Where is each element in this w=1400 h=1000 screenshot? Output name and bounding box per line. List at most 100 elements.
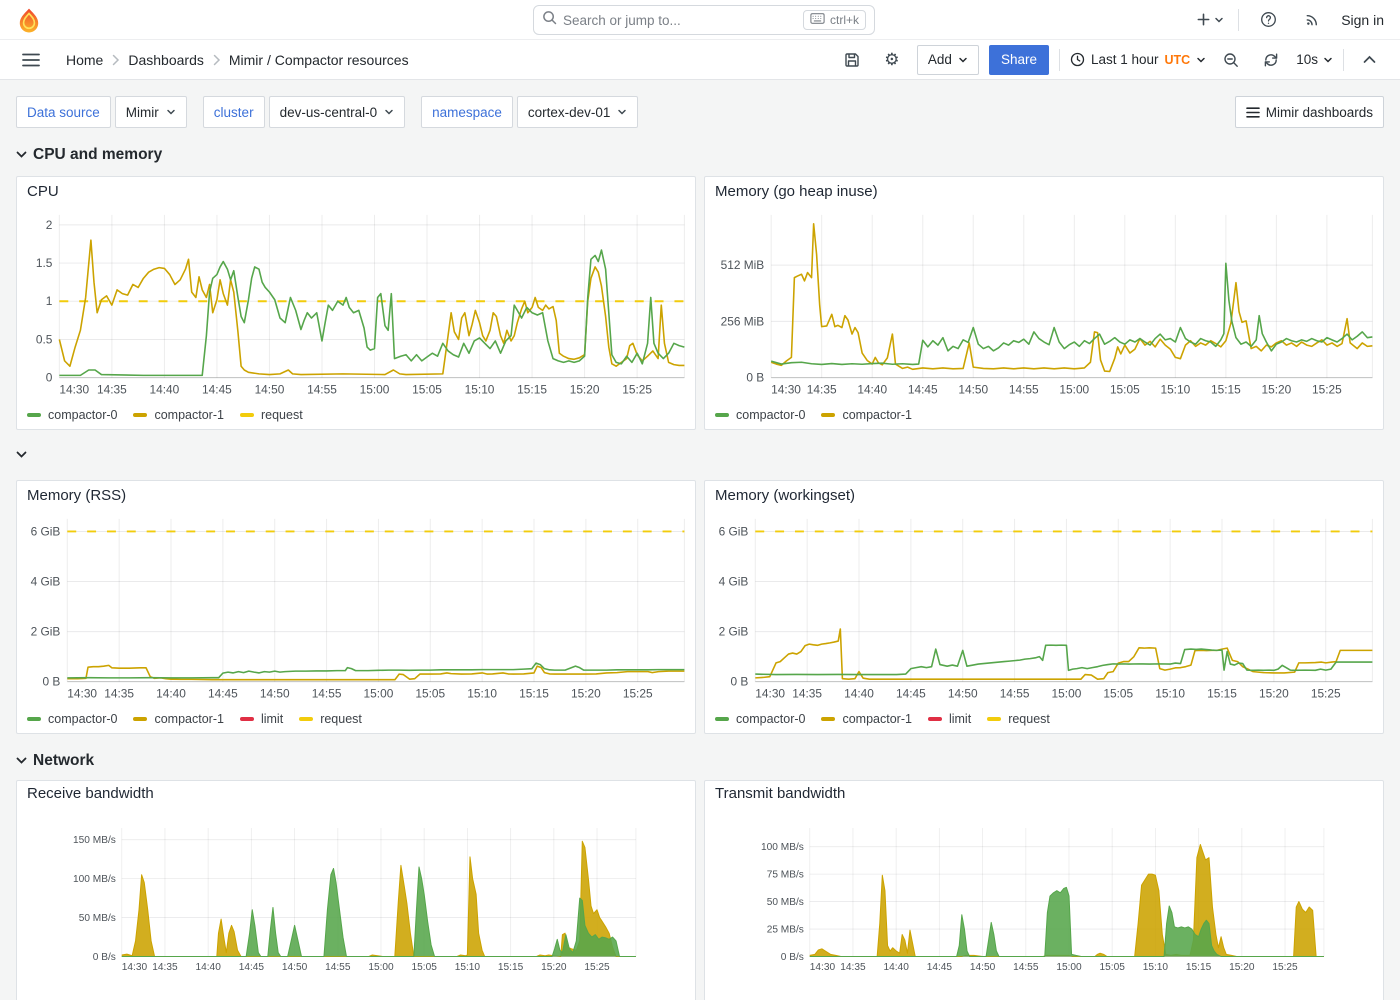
legend-item[interactable]: compactor-1	[133, 408, 223, 422]
breadcrumb-dashboards[interactable]: Dashboards	[128, 52, 204, 68]
svg-text:15:20: 15:20	[571, 686, 601, 700]
legend-label: limit	[949, 712, 971, 726]
add-button[interactable]: Add	[917, 45, 979, 75]
panel-cpu: CPU 14:3014:3514:4014:4514:5014:5515:001…	[16, 176, 696, 430]
panel-title[interactable]: Receive bandwidth	[17, 781, 695, 806]
panel-legend: compactor-0 compactor-1 limit request	[705, 705, 1383, 733]
legend-item[interactable]: compactor-0	[715, 712, 805, 726]
chevron-right-icon	[111, 54, 120, 66]
news-rss-icon[interactable]	[1297, 5, 1327, 35]
refresh-interval-picker[interactable]: 10s	[1296, 52, 1333, 67]
search-input[interactable]	[563, 13, 797, 28]
panel-legend: compactor-0 compactor-1 request	[17, 401, 695, 429]
memory-rss-chart[interactable]: 14:3014:3514:4014:4514:5014:5515:0015:05…	[17, 511, 695, 705]
filter-cluster-value[interactable]: dev-us-central-0	[269, 96, 406, 128]
cpu-chart[interactable]: 14:3014:3514:4014:4514:5014:5515:0015:05…	[17, 207, 695, 401]
panel-title[interactable]: Memory (go heap inuse)	[705, 177, 1383, 207]
svg-text:14:30: 14:30	[755, 686, 785, 700]
svg-text:14:35: 14:35	[792, 686, 822, 700]
section-network[interactable]: Network	[16, 748, 94, 774]
hamburger-menu-icon[interactable]	[16, 45, 46, 75]
time-range-picker[interactable]: Last 1 hour UTC	[1070, 52, 1206, 67]
panel-title[interactable]: Memory (workingset)	[705, 481, 1383, 511]
share-button[interactable]: Share	[989, 45, 1049, 75]
svg-text:15:15: 15:15	[517, 382, 547, 396]
filter-datasource-value[interactable]: Mimir	[115, 96, 187, 128]
clock-icon	[1070, 52, 1085, 67]
dashboard-toolbar: Home Dashboards Mimir / Compactor resour…	[0, 40, 1400, 80]
memory-workingset-chart[interactable]: 14:3014:3514:4014:4514:5014:5515:0015:05…	[705, 511, 1383, 705]
svg-text:14:30: 14:30	[810, 962, 836, 973]
collapse-toolbar-icon[interactable]	[1354, 45, 1384, 75]
zoom-out-icon[interactable]	[1216, 45, 1246, 75]
legend-item[interactable]: compactor-0	[715, 408, 805, 422]
panel-row-1: CPU 14:3014:3514:4014:4514:5014:5515:001…	[0, 176, 1400, 430]
panel-title[interactable]: Memory (RSS)	[17, 481, 695, 511]
svg-text:14:35: 14:35	[840, 962, 866, 973]
svg-text:15:05: 15:05	[1110, 382, 1140, 396]
svg-text:14:50: 14:50	[282, 962, 308, 973]
breadcrumb-home[interactable]: Home	[66, 52, 103, 68]
legend-item[interactable]: request	[240, 408, 303, 422]
legend-swatch	[240, 413, 254, 417]
svg-text:15:10: 15:10	[465, 382, 495, 396]
svg-text:15:25: 15:25	[1272, 962, 1298, 973]
panel-memory-go-heap: Memory (go heap inuse) 14:3014:3514:4014…	[704, 176, 1384, 430]
svg-text:512 MiB: 512 MiB	[721, 258, 765, 272]
legend-label: request	[320, 712, 362, 726]
svg-text:14:45: 14:45	[908, 382, 938, 396]
legend-item[interactable]: request	[987, 712, 1050, 726]
section-untitled-row[interactable]	[0, 430, 1400, 480]
divider	[1059, 49, 1060, 71]
legend-item[interactable]: compactor-0	[27, 712, 117, 726]
legend-swatch	[133, 717, 147, 721]
settings-gear-icon[interactable]: ⚙	[877, 45, 907, 75]
legend-label: compactor-0	[736, 712, 805, 726]
legend-item[interactable]: limit	[240, 712, 283, 726]
memory-go-heap-chart[interactable]: 14:3014:3514:4014:4514:5014:5515:0015:05…	[705, 207, 1383, 401]
mimir-dashboards-button[interactable]: Mimir dashboards	[1235, 96, 1384, 128]
svg-text:14:40: 14:40	[857, 382, 887, 396]
receive-bandwidth-chart[interactable]: 14:3014:3514:4014:4514:5014:5515:0015:05…	[17, 806, 695, 1000]
legend-item[interactable]: limit	[928, 712, 971, 726]
sign-in-link[interactable]: Sign in	[1341, 12, 1384, 28]
svg-text:0.5: 0.5	[36, 332, 53, 346]
svg-text:14:35: 14:35	[152, 962, 178, 973]
svg-text:2: 2	[46, 218, 53, 232]
svg-text:0 B: 0 B	[730, 674, 748, 688]
legend-swatch	[821, 413, 835, 417]
svg-text:14:40: 14:40	[195, 962, 221, 973]
filter-namespace-value[interactable]: cortex-dev-01	[517, 96, 639, 128]
legend-item[interactable]: compactor-1	[133, 712, 223, 726]
chevron-down-icon	[958, 55, 968, 65]
top-nav: ctrl+k Sign in	[0, 0, 1400, 40]
svg-text:15:15: 15:15	[1186, 962, 1212, 973]
svg-text:14:35: 14:35	[104, 686, 134, 700]
legend-label: compactor-1	[842, 712, 911, 726]
panel-memory-workingset: Memory (workingset) 14:3014:3514:4014:45…	[704, 480, 1384, 734]
panel-title[interactable]: Transmit bandwidth	[705, 781, 1383, 806]
global-search[interactable]: ctrl+k	[533, 5, 875, 35]
legend-item[interactable]: compactor-1	[821, 408, 911, 422]
filter-cluster: cluster dev-us-central-0	[203, 96, 405, 128]
transmit-bandwidth-chart[interactable]: 14:3014:3514:4014:4514:5014:5515:0015:05…	[705, 806, 1383, 1000]
svg-text:15:05: 15:05	[1100, 962, 1126, 973]
new-menu-button[interactable]	[1196, 5, 1224, 35]
help-icon[interactable]	[1253, 5, 1283, 35]
legend-item[interactable]: request	[299, 712, 362, 726]
panel-receive-bandwidth: Receive bandwidth 14:3014:3514:4014:4514…	[16, 780, 696, 1000]
legend-item[interactable]: compactor-0	[27, 408, 117, 422]
legend-swatch	[133, 413, 147, 417]
svg-text:15:00: 15:00	[1059, 382, 1089, 396]
svg-text:15:15: 15:15	[519, 686, 549, 700]
legend-item[interactable]: compactor-1	[821, 712, 911, 726]
panel-title[interactable]: CPU	[17, 177, 695, 207]
refresh-icon[interactable]	[1256, 45, 1286, 75]
save-dashboard-icon[interactable]	[837, 45, 867, 75]
svg-text:14:35: 14:35	[807, 382, 837, 396]
svg-text:150 MB/s: 150 MB/s	[73, 835, 116, 846]
svg-text:14:55: 14:55	[1009, 382, 1039, 396]
section-cpu-and-memory[interactable]: CPU and memory	[16, 142, 1384, 168]
svg-text:15:05: 15:05	[412, 382, 442, 396]
grafana-logo[interactable]	[16, 6, 43, 33]
